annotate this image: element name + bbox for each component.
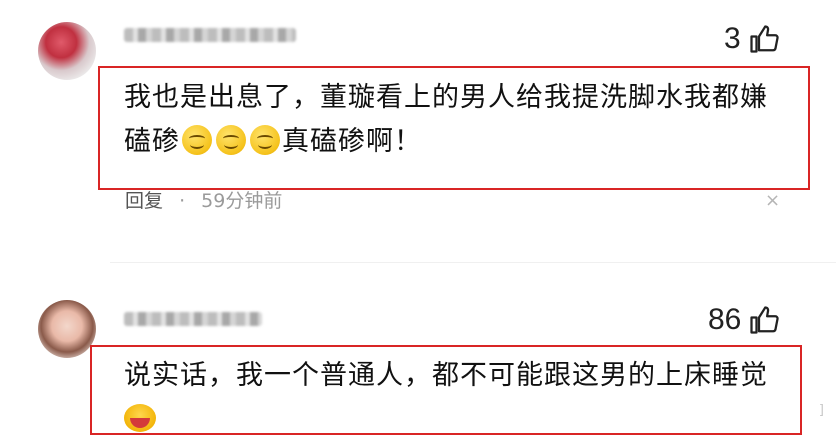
- thumb-up-icon: [750, 306, 780, 334]
- like-button[interactable]: 86: [708, 303, 780, 337]
- comment-text-line-1: 说实话，我一个普通人，都不可能跟这男的上床睡觉: [124, 360, 768, 391]
- comment-text-line-2: [124, 398, 804, 442]
- comment-text: 说实话，我一个普通人，都不可能跟这男的上床睡觉: [124, 354, 804, 442]
- laugh-cry-emoji-icon: [124, 404, 156, 432]
- avatar[interactable]: [38, 300, 96, 358]
- watermark: ]: [818, 403, 824, 418]
- comment-2: 86 说实话，我一个普通人，都不可能跟这男的上床睡觉: [0, 0, 836, 435]
- like-count: 86: [708, 303, 742, 336]
- username-blurred[interactable]: [124, 312, 262, 326]
